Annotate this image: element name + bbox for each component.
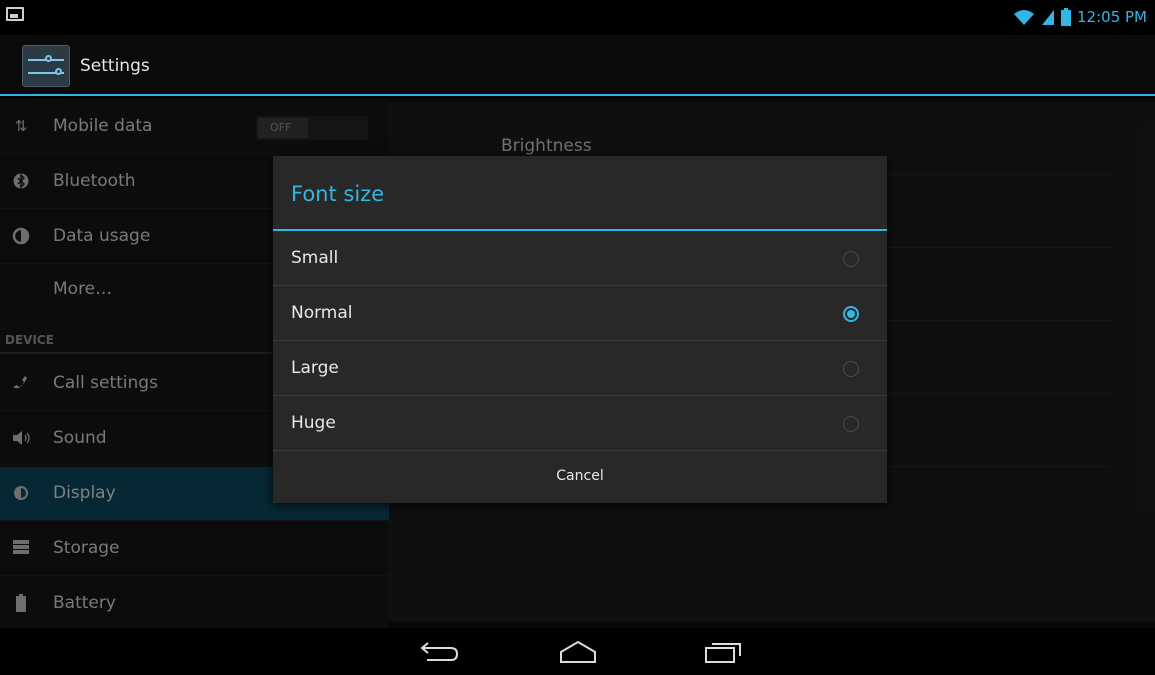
settings-sliders-icon[interactable] [22, 45, 70, 87]
radio-button[interactable] [843, 416, 859, 432]
dialog-title: Font size [291, 182, 385, 206]
font-size-option-normal[interactable]: Normal [273, 286, 887, 341]
status-bar: 12:05 PM [0, 0, 1155, 35]
battery-icon [1061, 8, 1072, 26]
cancel-button[interactable]: Cancel [273, 451, 887, 503]
font-size-option-huge[interactable]: Huge [273, 396, 887, 451]
back-icon[interactable] [413, 636, 463, 668]
navigation-bar [0, 628, 1155, 675]
action-bar: Settings [0, 35, 1155, 96]
picture-icon [6, 7, 24, 21]
radio-button[interactable] [843, 251, 859, 267]
home-icon[interactable] [553, 636, 603, 668]
signal-icon [1042, 10, 1055, 25]
option-label: Normal [291, 303, 353, 323]
cancel-label: Cancel [556, 468, 604, 484]
dialog-header: Font size [273, 156, 887, 231]
font-size-option-small[interactable]: Small [273, 231, 887, 286]
font-size-dialog: Font size Small Normal Large Huge Cancel [273, 156, 887, 503]
option-label: Small [291, 248, 339, 268]
radio-button-selected[interactable] [843, 306, 859, 322]
option-label: Huge [291, 413, 336, 433]
recents-icon[interactable] [700, 636, 750, 668]
wifi-icon [1014, 10, 1035, 25]
status-icons: 12:05 PM [1013, 6, 1147, 28]
font-size-option-large[interactable]: Large [273, 341, 887, 396]
radio-button[interactable] [843, 361, 859, 377]
app-title: Settings [80, 56, 150, 76]
option-label: Large [291, 358, 339, 378]
clock: 12:05 PM [1077, 8, 1147, 26]
